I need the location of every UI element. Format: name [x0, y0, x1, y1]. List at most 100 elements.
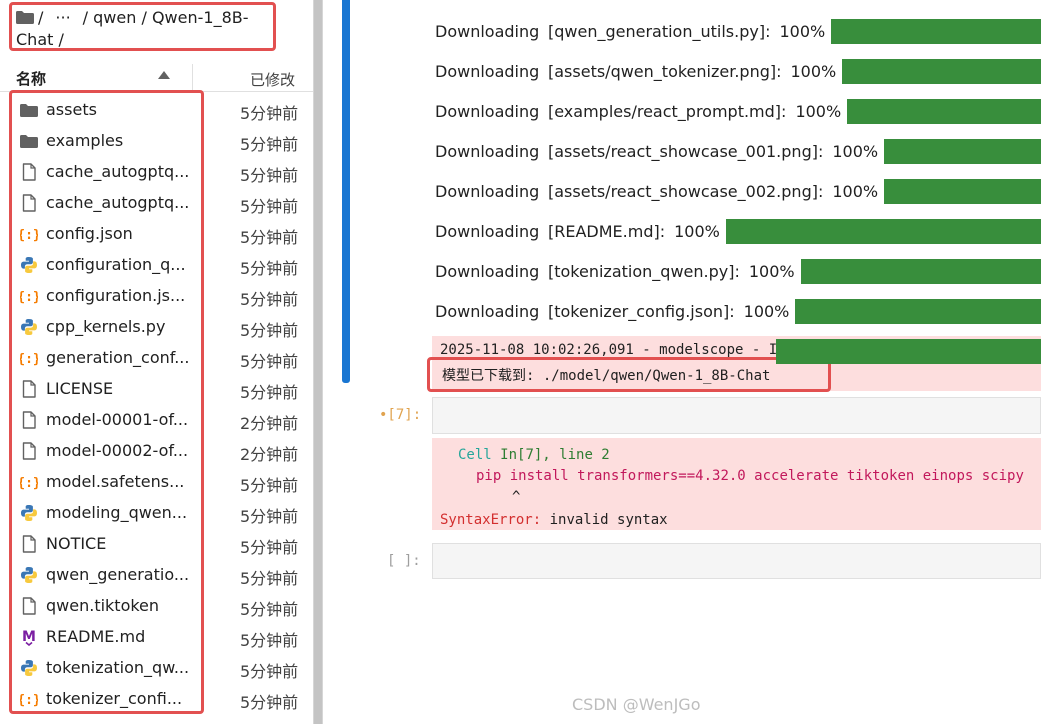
download-file: [assets/qwen_tokenizer.png]:: [548, 62, 782, 81]
file-icon: [20, 194, 38, 212]
svg-text:{:}: {:}: [20, 476, 38, 491]
download-progress-bar: [884, 179, 1041, 204]
file-name: configuration.js...: [46, 286, 186, 305]
error-cell-line: Cell In[7], line 2: [458, 447, 610, 463]
svg-text:{:}: {:}: [20, 352, 38, 367]
python-icon: [20, 256, 38, 274]
error-name: SyntaxError:: [440, 512, 542, 528]
file-name: generation_conf...: [46, 348, 188, 367]
file-modified: 5分钟前: [240, 135, 299, 154]
breadcrumb-model-tail[interactable]: Chat /: [16, 30, 64, 49]
download-label: Downloading: [435, 222, 540, 241]
file-list-item[interactable]: M README.md 5分钟前: [0, 621, 313, 652]
file-name: config.json: [46, 224, 133, 243]
file-list-item[interactable]: cache_autogptq... 5分钟前: [0, 156, 313, 187]
column-header-modified[interactable]: 已修改: [250, 69, 295, 90]
file-name: qwen.tiktoken: [46, 596, 160, 615]
breadcrumb-root[interactable]: /: [38, 8, 43, 27]
python-icon: [20, 659, 38, 677]
log-line-saved-path: 模型已下载到: ./model/qwen/Qwen-1_8B-Chat: [442, 368, 771, 384]
file-icon: [20, 411, 38, 429]
column-divider[interactable]: [192, 64, 193, 92]
download-percent: 100%: [748, 262, 795, 281]
download-label: Downloading: [435, 102, 540, 121]
python-icon: [20, 504, 38, 522]
breadcrumb-sep: /: [141, 8, 147, 27]
file-modified: 5分钟前: [240, 662, 299, 681]
file-modified: 5分钟前: [240, 383, 299, 402]
file-name: qwen_generatio...: [46, 565, 188, 584]
error-message: invalid syntax: [549, 512, 668, 528]
download-file: [tokenization_qwen.py]:: [548, 262, 740, 281]
panel-splitter[interactable]: [313, 0, 323, 724]
file-modified: 5分钟前: [240, 693, 299, 712]
folder-icon: [20, 132, 38, 150]
download-label: Downloading: [435, 262, 540, 281]
column-header-name[interactable]: 名称: [16, 68, 46, 89]
file-list-item[interactable]: {:} configuration.js... 5分钟前: [0, 280, 313, 311]
json-icon: {:}: [17, 225, 40, 243]
file-list-item[interactable]: {:} config.json 5分钟前: [0, 218, 313, 249]
file-name: README.md: [46, 627, 146, 646]
breadcrumb-qwen[interactable]: qwen: [93, 8, 136, 27]
download-percent: 100%: [832, 182, 879, 201]
sort-ascending-icon[interactable]: [158, 71, 170, 79]
download-progress-bar: [776, 339, 1041, 364]
file-name: NOTICE: [46, 534, 107, 553]
file-list-item[interactable]: cache_autogptq... 5分钟前: [0, 187, 313, 218]
file-list-item[interactable]: configuration_q... 5分钟前: [0, 249, 313, 280]
file-modified: 5分钟前: [240, 321, 299, 340]
cell-prompt-empty: [ ]:: [387, 553, 421, 569]
download-percent: 100%: [743, 302, 790, 321]
file-list-item[interactable]: NOTICE 5分钟前: [0, 528, 313, 559]
breadcrumb: / ··· / qwen / Qwen-1_8B- Chat /: [16, 7, 266, 51]
svg-text:M: M: [22, 629, 36, 645]
download-progress-bar: [831, 19, 1041, 44]
file-list-item[interactable]: modeling_qwen... 5分钟前: [0, 497, 313, 528]
error-cell-word: Cell: [458, 447, 492, 463]
file-modified: 5分钟前: [240, 290, 299, 309]
breadcrumb-model[interactable]: Qwen-1_8B-: [152, 8, 249, 27]
file-modified: 5分钟前: [240, 538, 299, 557]
error-output: Cell In[7], line 2 pip install transform…: [432, 438, 1041, 530]
file-name: model-00002-of...: [46, 441, 188, 460]
active-cell-indicator[interactable]: [342, 0, 350, 383]
notebook-panel: Downloading [qwen_generation_utils.py]: 10…: [323, 0, 1041, 724]
download-progress-bar: [847, 99, 1041, 124]
file-list-item[interactable]: qwen.tiktoken 5分钟前: [0, 590, 313, 621]
home-folder-icon[interactable]: [16, 11, 34, 24]
file-list-item[interactable]: {:} generation_conf... 5分钟前: [0, 342, 313, 373]
file-modified: 5分钟前: [240, 569, 299, 588]
file-list-item[interactable]: qwen_generatio... 5分钟前: [0, 559, 313, 590]
svg-text:{:}: {:}: [20, 290, 38, 305]
file-modified: 5分钟前: [240, 166, 299, 185]
download-file: [qwen_generation_utils.py]:: [548, 22, 771, 41]
download-file: [examples/react_prompt.md]:: [548, 102, 787, 121]
json-icon: {:}: [17, 349, 40, 367]
code-cell-input-empty[interactable]: [432, 543, 1041, 579]
file-name: configuration_q...: [46, 255, 186, 274]
download-label: Downloading: [435, 302, 540, 321]
file-name: modeling_qwen...: [46, 503, 188, 522]
file-list-item[interactable]: assets 5分钟前: [0, 94, 313, 125]
download-file: [assets/react_showcase_001.png]:: [548, 142, 824, 161]
file-name: cache_autogptq...: [46, 162, 188, 181]
download-progress-bar: [842, 59, 1041, 84]
file-list-item[interactable]: LICENSE 5分钟前: [0, 373, 313, 404]
code-cell-input-7[interactable]: [432, 397, 1041, 434]
svg-text:{:}: {:}: [20, 228, 38, 243]
file-list-item[interactable]: {:} tokenizer_confi... 5分钟前: [0, 683, 313, 714]
file-list-item[interactable]: model-00001-of... 2分钟前: [0, 404, 313, 435]
file-list-item[interactable]: model-00002-of... 2分钟前: [0, 435, 313, 466]
file-modified: 2分钟前: [240, 445, 299, 464]
file-list-item[interactable]: cpp_kernels.py 5分钟前: [0, 311, 313, 342]
file-list-item[interactable]: tokenization_qw... 5分钟前: [0, 652, 313, 683]
file-modified: 5分钟前: [240, 600, 299, 619]
breadcrumb-ellipsis[interactable]: ···: [55, 8, 70, 27]
file-name: examples: [46, 131, 124, 150]
file-list-item[interactable]: examples 5分钟前: [0, 125, 313, 156]
scrollbar-thumb[interactable]: [314, 0, 322, 724]
download-label: Downloading: [435, 182, 540, 201]
file-list-item[interactable]: {:} model.safetens... 5分钟前: [0, 466, 313, 497]
error-code-pre: pip install transformers: [476, 468, 679, 484]
